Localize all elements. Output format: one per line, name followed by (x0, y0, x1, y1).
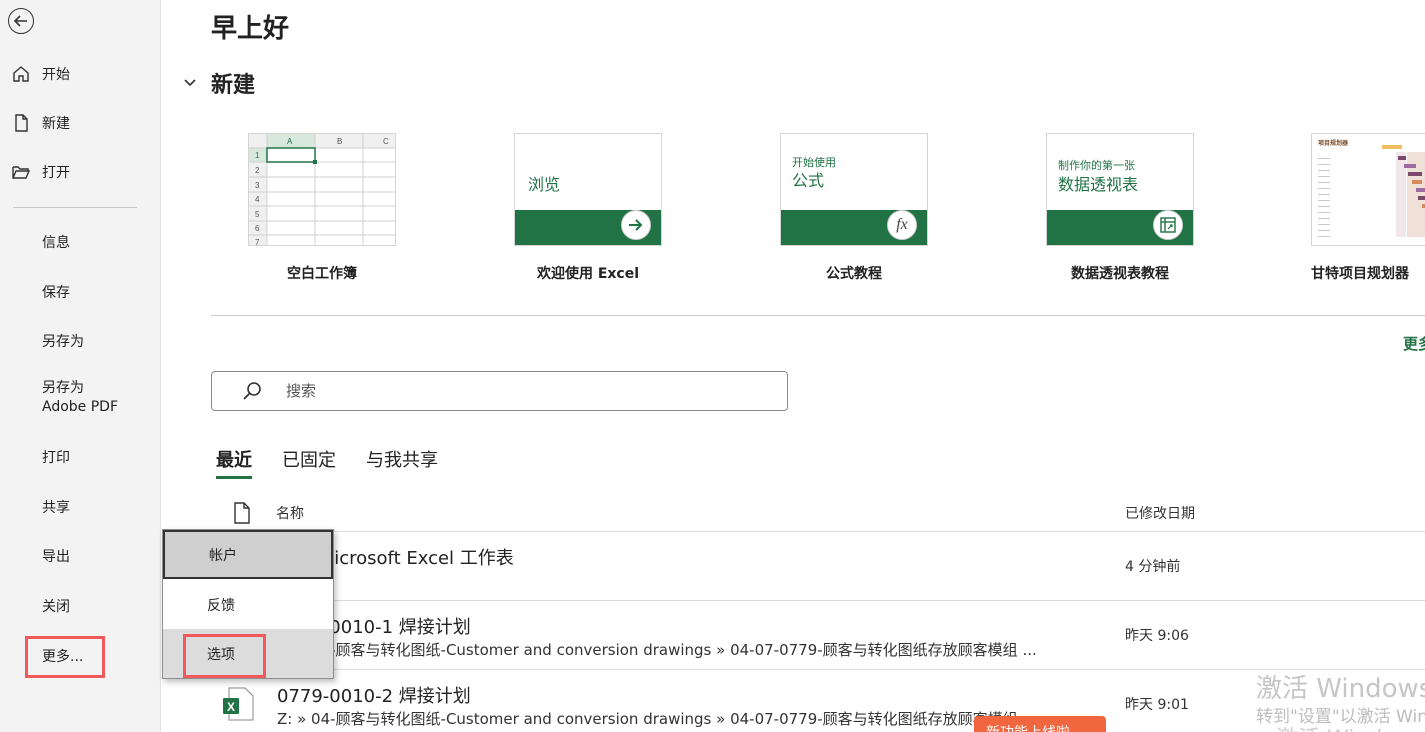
file-modified: 4 分钟前 (1125, 559, 1181, 575)
activation-watermark-shadow: 激活 Windows (1276, 721, 1425, 732)
sidebar-item-label: 新建 (42, 116, 70, 132)
sidebar-item-home[interactable]: 开始 (10, 63, 70, 85)
excel-backstage: 开始 新建 打开 信息 保存 另存为 另存为 Adobe PDF 打印 共享 导… (0, 0, 1425, 732)
file-list-header: 名称 已修改日期 (211, 498, 1425, 532)
file-path: Z: » 04-顾客与转化图纸-Customer and conversion … (277, 641, 1037, 659)
file-modified: 昨天 9:06 (1125, 628, 1189, 644)
more-templates-link[interactable]: 更多 (1403, 333, 1425, 354)
template-thumbnail: A B C 1 2 3 4 5 6 7 (248, 133, 396, 246)
sidebar-item-print[interactable]: 打印 (42, 447, 70, 467)
tab-pinned[interactable]: 已固定 (282, 446, 336, 479)
menu-item-account[interactable]: 帐户 (163, 530, 333, 579)
tab-recent[interactable]: 最近 (216, 446, 252, 479)
file-row[interactable]: X 新建 Microsoft Excel 工作表 4 分钟前 (211, 532, 1425, 601)
spreadsheet-grid: A B C 1 2 3 4 5 6 7 (249, 134, 395, 246)
chevron-down-icon (184, 79, 196, 87)
template-thumbnail: 开始使用 公式 fx (780, 133, 928, 246)
search-icon (243, 382, 261, 400)
search-box[interactable] (211, 371, 788, 411)
card-text: 公式 (792, 171, 825, 190)
function-icon: fx (887, 210, 917, 240)
template-name: 甘特项目规划器 (1311, 266, 1409, 282)
sidebar-item-info[interactable]: 信息 (42, 232, 70, 252)
tab-shared[interactable]: 与我共享 (366, 446, 438, 479)
back-button[interactable] (8, 8, 34, 34)
template-name: 数据透视表教程 (1071, 266, 1169, 282)
options-highlight-box (183, 634, 266, 678)
sidebar-item-new[interactable]: 新建 (10, 112, 70, 134)
sidebar-divider (13, 207, 137, 208)
arrow-left-icon (13, 15, 27, 27)
sidebar-item-share[interactable]: 共享 (42, 497, 70, 517)
template-name: 公式教程 (826, 266, 882, 282)
row-header: 5 (255, 210, 260, 219)
folder-open-icon (10, 161, 32, 183)
file-type-icon (234, 502, 250, 524)
sidebar-item-more[interactable]: 更多... (42, 646, 83, 666)
template-thumbnail: 项目规划器 (1311, 133, 1425, 246)
template-name: 欢迎使用 Excel (536, 266, 640, 282)
column-modified[interactable]: 已修改日期 (1125, 503, 1195, 523)
gantt-preview (1318, 145, 1425, 237)
file-path: Z: » 04-顾客与转化图纸-Customer and conversion … (277, 710, 1037, 728)
column-header: C (383, 137, 389, 146)
template-thumbnail: 制作你的第一张 数据透视表 (1046, 133, 1194, 246)
file-tabs: 最近 已固定 与我共享 (216, 446, 468, 479)
pivot-table-icon (1153, 210, 1183, 240)
template-pivot-tutorial[interactable]: 制作你的第一张 数据透视表 数据透视表教程 (1046, 133, 1194, 282)
row-header: 7 (255, 238, 260, 246)
sidebar-item-save-as[interactable]: 另存为 (42, 331, 84, 351)
new-feature-toast[interactable]: 新功能上线啦 (974, 716, 1106, 732)
file-row[interactable]: X 0779-0010-1 焊接计划 Z: » 04-顾客与转化图纸-Custo… (211, 601, 1425, 670)
new-section-header[interactable]: 新建 (181, 67, 255, 99)
file-modified: 昨天 9:01 (1125, 697, 1189, 713)
sidebar-item-export[interactable]: 导出 (42, 546, 70, 566)
file-row[interactable]: X 0779-0010-2 焊接计划 Z: » 04-顾客与转化图纸-Custo… (211, 670, 1425, 732)
excel-file-icon: X (223, 687, 254, 721)
sidebar-item-open[interactable]: 打开 (10, 161, 70, 183)
search-input[interactable] (286, 382, 686, 400)
column-name[interactable]: 名称 (276, 503, 304, 523)
template-name: 空白工作簿 (287, 266, 357, 282)
template-welcome-excel[interactable]: 浏览 欢迎使用 Excel (514, 133, 662, 282)
template-gantt-planner[interactable]: 项目规划器 甘特项目规划器 (1311, 133, 1425, 282)
home-icon (10, 63, 32, 85)
activation-watermark-title: 激活 Windows (1256, 674, 1425, 704)
card-text: 数据透视表 (1058, 175, 1139, 194)
arrow-right-icon (621, 210, 651, 240)
menu-item-feedback[interactable]: 反馈 (163, 580, 333, 629)
column-header: B (337, 137, 342, 146)
new-file-icon (10, 112, 32, 134)
page-title: 早上好 (211, 14, 290, 44)
sidebar-item-save-as-pdf[interactable]: 另存为 Adobe PDF (42, 379, 118, 417)
section-divider (211, 315, 1425, 316)
row-header: 2 (255, 166, 260, 175)
row-header: 4 (255, 195, 260, 204)
row-header: 6 (255, 224, 260, 233)
sidebar-item-close[interactable]: 关闭 (42, 596, 70, 616)
row-header: 3 (255, 181, 260, 190)
sidebar-item-save[interactable]: 保存 (42, 282, 70, 302)
sidebar-item-label: 开始 (42, 67, 70, 83)
sidebar-item-label: 打开 (42, 165, 70, 181)
column-header: A (287, 137, 293, 146)
new-section-title: 新建 (211, 73, 256, 98)
row-header: 1 (255, 151, 260, 160)
svg-text:X: X (227, 700, 235, 714)
template-formula-tutorial[interactable]: 开始使用 公式 fx 公式教程 (780, 133, 928, 282)
sidebar: 开始 新建 打开 信息 保存 另存为 另存为 Adobe PDF 打印 共享 导… (0, 0, 161, 732)
file-title: 0779-0010-2 焊接计划 (277, 686, 471, 707)
card-text: 浏览 (528, 175, 561, 194)
template-thumbnail: 浏览 (514, 133, 662, 246)
template-blank-workbook[interactable]: A B C 1 2 3 4 5 6 7 空白工作簿 (248, 133, 396, 282)
